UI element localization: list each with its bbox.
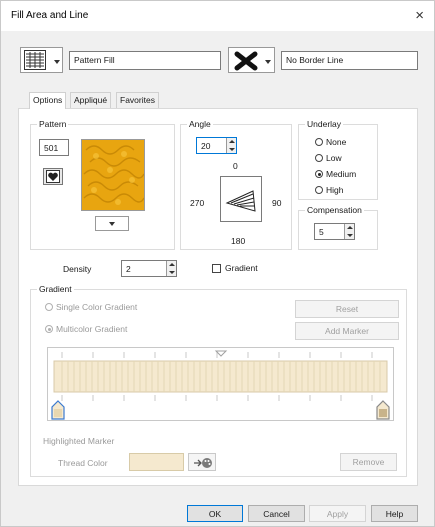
- multicolor-gradient-label: Multicolor Gradient: [56, 324, 128, 334]
- angle-indicator-icon: [225, 190, 256, 212]
- close-icon[interactable]: ×: [415, 7, 424, 24]
- underlay-high-radio[interactable]: [315, 186, 323, 194]
- tab-favorites[interactable]: Favorites: [116, 92, 159, 108]
- palette-picker-icon: [194, 458, 212, 468]
- compensation-value: 5: [319, 227, 324, 237]
- thread-color-swatch[interactable]: [129, 453, 184, 471]
- cancel-button[interactable]: Cancel: [248, 505, 305, 522]
- angle-group-label: Angle: [187, 119, 213, 129]
- spinner-up-icon[interactable]: [347, 226, 353, 229]
- angle-group: Angle 20 0 270 90 180: [180, 119, 292, 250]
- tab-applique[interactable]: Appliqué: [70, 92, 112, 108]
- underlay-low-option[interactable]: Low: [315, 153, 375, 165]
- fill-type-selector[interactable]: [20, 47, 63, 73]
- gradient-checkbox-option[interactable]: Gradient: [212, 263, 272, 275]
- chevron-down-icon: [265, 60, 271, 64]
- spinner-down-icon[interactable]: [347, 234, 353, 237]
- compensation-group-label: Compensation: [305, 205, 364, 215]
- angle-label-right: 90: [272, 198, 282, 208]
- compensation-group: Compensation 5: [298, 205, 378, 250]
- spinner-down-icon[interactable]: [169, 271, 175, 274]
- underlay-none-option[interactable]: None: [315, 137, 375, 149]
- angle-dial[interactable]: [220, 176, 262, 222]
- gradient-checkbox-label: Gradient: [225, 263, 258, 273]
- pattern-group: Pattern 501: [30, 119, 175, 250]
- multicolor-gradient-radio[interactable]: [45, 325, 53, 333]
- gradient-group: Gradient Single Color Gradient Multicolo…: [30, 284, 407, 477]
- spinner-up-icon[interactable]: [169, 263, 175, 266]
- pattern-dropdown-button[interactable]: [95, 216, 129, 231]
- single-color-gradient-label: Single Color Gradient: [56, 302, 138, 312]
- dialog-title: Fill Area and Line: [11, 10, 89, 21]
- fill-area-line-dialog: Fill Area and Line × Pattern Fill No Bor…: [0, 0, 435, 527]
- title-bar: Fill Area and Line ×: [1, 1, 434, 31]
- underlay-low-label: Low: [326, 153, 342, 163]
- gradient-start-marker[interactable]: [51, 400, 65, 420]
- underlay-none-radio[interactable]: [315, 138, 323, 146]
- reset-button[interactable]: Reset: [295, 300, 399, 318]
- spinner-down-icon[interactable]: [229, 148, 235, 151]
- pattern-fill-icon: [24, 50, 46, 70]
- options-tab-panel: Pattern 501 Angle 20 0 270 90 180 Underl…: [18, 108, 418, 486]
- ok-button[interactable]: OK: [187, 505, 243, 522]
- thread-color-label: Thread Color: [58, 458, 108, 468]
- angle-label-left: 270: [190, 198, 205, 208]
- remove-marker-button[interactable]: Remove: [340, 453, 397, 471]
- gradient-end-marker[interactable]: [376, 400, 390, 420]
- density-label: Density: [63, 264, 92, 274]
- tab-options[interactable]: Options: [29, 92, 67, 109]
- help-button[interactable]: Help: [371, 505, 418, 522]
- heart-icon: [46, 170, 60, 183]
- highlighted-marker-label: Highlighted Marker: [43, 436, 115, 446]
- underlay-medium-label: Medium: [326, 169, 357, 179]
- gradient-group-label: Gradient: [37, 284, 74, 294]
- gradient-checkbox[interactable]: [212, 264, 221, 273]
- pattern-swatch: [82, 140, 145, 210]
- apply-button[interactable]: Apply: [309, 505, 366, 522]
- compensation-spinner[interactable]: 5: [314, 223, 355, 240]
- underlay-medium-radio[interactable]: [315, 170, 323, 178]
- density-value: 2: [126, 264, 131, 274]
- chevron-down-icon: [109, 222, 115, 226]
- angle-spinner[interactable]: 20: [196, 137, 237, 154]
- pick-thread-color-button[interactable]: [188, 453, 216, 471]
- chevron-down-icon: [54, 60, 60, 64]
- favorite-pattern-button[interactable]: [43, 168, 63, 185]
- border-type-selector[interactable]: [228, 47, 275, 73]
- underlay-low-radio[interactable]: [315, 154, 323, 162]
- angle-label-bottom: 180: [231, 236, 246, 246]
- underlay-group: Underlay None Low Medium High: [298, 119, 378, 200]
- underlay-high-label: High: [326, 185, 344, 195]
- fill-type-field: Pattern Fill: [69, 51, 221, 70]
- angle-value: 20: [201, 141, 211, 151]
- pattern-preview[interactable]: [81, 139, 145, 211]
- multicolor-gradient-option[interactable]: Multicolor Gradient: [45, 324, 185, 336]
- underlay-group-label: Underlay: [305, 119, 344, 129]
- single-color-gradient-radio[interactable]: [45, 303, 53, 311]
- no-border-icon: [234, 51, 258, 71]
- underlay-none-label: None: [326, 137, 347, 147]
- add-marker-button[interactable]: Add Marker: [295, 322, 399, 340]
- underlay-high-option[interactable]: High: [315, 185, 375, 197]
- gradient-editor-graphic: [53, 350, 388, 401]
- pattern-group-label: Pattern: [37, 119, 69, 129]
- angle-label-top: 0: [233, 161, 238, 171]
- spinner-up-icon[interactable]: [229, 140, 235, 143]
- border-type-field: No Border Line: [281, 51, 418, 70]
- underlay-medium-option[interactable]: Medium: [315, 169, 375, 181]
- density-spinner[interactable]: 2: [121, 260, 177, 277]
- pattern-number-field[interactable]: 501: [39, 139, 69, 156]
- single-color-gradient-option[interactable]: Single Color Gradient: [45, 302, 185, 314]
- gradient-editor[interactable]: [47, 347, 394, 421]
